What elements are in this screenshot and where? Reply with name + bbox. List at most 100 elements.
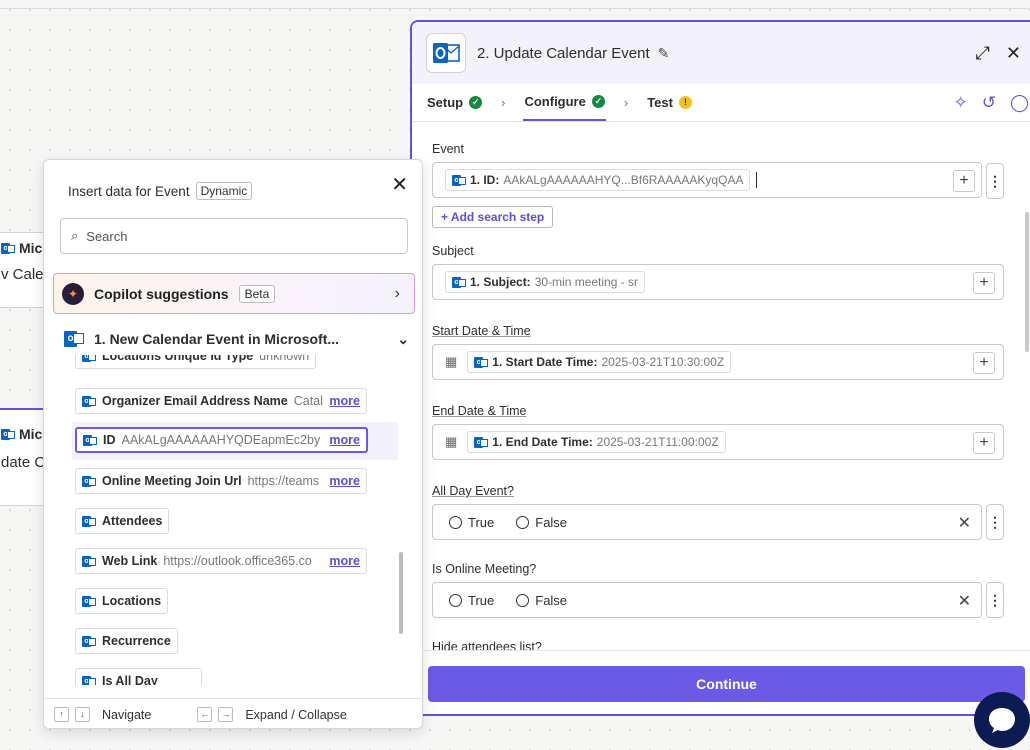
list-item[interactable]: o Web Link https://outlook.office365.co mor… — [75, 548, 367, 574]
all-day-true-radio[interactable]: True — [449, 515, 494, 530]
start-date-pill[interactable]: o 1. Start Date Time: 2025-03-21T10:30:00Z — [467, 351, 732, 373]
arrow-down-key-icon: ↓ — [75, 707, 90, 722]
outlook-icon: o — [474, 436, 489, 449]
editor-scrollbar[interactable] — [1025, 212, 1029, 352]
expand-collapse-hint: Expand / Collapse — [245, 707, 347, 722]
pill-value: 30-min meeting - sr — [534, 275, 639, 289]
add-search-step-button[interactable]: + Add search step — [432, 206, 554, 228]
undo-icon[interactable]: ↺ — [982, 93, 996, 113]
pill-value: 2025-03-21T10:30:00Z — [601, 355, 725, 369]
event-field[interactable]: o 1. ID: AAkALgAAAAAAHYQ...Bf6RAAAAAKyqQAA… — [432, 162, 982, 198]
close-icon[interactable]: ✕ — [391, 172, 408, 197]
pill-key: 1. ID: — [470, 173, 500, 187]
outlook-icon: o — [82, 555, 96, 568]
data-items-list: o Locations Unique Id Type unknown o Organi… — [44, 355, 422, 685]
radio-label: True — [468, 592, 495, 608]
chevron-right-icon: › — [394, 284, 400, 302]
copilot-suggestions-button[interactable]: ✦ Copilot suggestions Beta › — [53, 273, 415, 314]
item-key: Web Link — [102, 554, 158, 568]
outlook-icon: o — [82, 675, 96, 685]
editor-tabs: Setup ✓ › Configure ✓ › Test! ✧ ↺ ◯ — [412, 84, 1030, 122]
search-input[interactable]: ⌕ Search — [60, 218, 408, 254]
clear-icon[interactable]: ✕ — [958, 591, 971, 611]
pill-key: 1. End Date Time: — [492, 435, 593, 449]
calendar-icon: ▦ — [445, 354, 458, 369]
chevron-down-icon: ⌄ — [397, 330, 409, 347]
all-day-label: All Day Event? — [432, 484, 514, 498]
item-key: ID — [103, 433, 116, 447]
outlook-icon: o — [82, 355, 96, 363]
event-options-button[interactable]: ⋮ — [986, 163, 1004, 199]
item-key: Attendees — [102, 514, 163, 528]
more-link[interactable]: more — [329, 394, 360, 408]
item-value: unknown — [259, 355, 310, 363]
list-item[interactable]: o Locations — [75, 588, 169, 614]
online-true-radio[interactable]: True — [449, 593, 494, 608]
comment-icon[interactable]: ◯ — [1010, 93, 1029, 113]
calendar-icon: ▦ — [445, 434, 458, 449]
tab-configure[interactable]: Configure ✓ — [523, 84, 606, 121]
insert-data-button[interactable]: + — [973, 352, 995, 374]
list-item[interactable]: o Recurrence — [75, 628, 178, 654]
pill-value: AAkALgAAAAAAHYQ...Bf6RAAAAAKyqQAA — [503, 173, 744, 187]
more-link[interactable]: more — [329, 474, 360, 488]
chat-bubble-icon[interactable] — [974, 692, 1030, 748]
copilot-label: Copilot suggestions — [94, 285, 229, 302]
all-day-options-button[interactable]: ⋮ — [986, 504, 1004, 540]
item-key: Is All Day — [102, 674, 158, 685]
outlook-icon: o — [1, 242, 15, 255]
pencil-icon[interactable]: ✎ — [658, 45, 670, 62]
close-icon[interactable]: ✕ — [1006, 43, 1021, 64]
list-item[interactable]: o Locations Unique Id Type unknown — [75, 355, 317, 369]
trigger-group-header[interactable]: o 1. New Calendar Event in Microsoft... … — [64, 330, 409, 348]
list-item[interactable]: o Is All Day — [75, 668, 202, 685]
subject-field[interactable]: o 1. Subject: 30-min meeting - sr + — [432, 264, 1004, 300]
sparkle-icon[interactable]: ✧ — [953, 93, 967, 113]
list-item-selected[interactable]: o ID AAkALgAAAAAAHYQDEapmEc2by more — [75, 427, 368, 453]
online-false-radio[interactable]: False — [516, 593, 567, 608]
outlook-icon: o — [82, 595, 96, 608]
pill-key: 1. Start Date Time: — [492, 355, 598, 369]
arrow-right-key-icon: → — [218, 707, 234, 722]
arrow-up-key-icon: ↑ — [54, 707, 69, 722]
start-date-field[interactable]: ▦ o 1. Start Date Time: 2025-03-21T10:30:0… — [432, 344, 1004, 380]
all-day-false-radio[interactable]: False — [516, 515, 567, 530]
insert-data-button[interactable]: + — [973, 272, 995, 294]
tab-label: Test — [647, 95, 673, 110]
end-date-field[interactable]: ▦ o 1. End Date Time: 2025-03-21T11:00:00Z… — [432, 424, 1004, 460]
insert-data-popover: Insert data for Event Dynamic ✕ ⌕ Search… — [43, 159, 423, 729]
list-scrollbar[interactable] — [399, 552, 403, 634]
subject-pill[interactable]: o 1. Subject: 30-min meeting - sr — [445, 271, 646, 293]
pill-key: 1. Subject: — [470, 275, 531, 289]
tab-setup[interactable]: Setup ✓ — [426, 84, 483, 121]
more-link[interactable]: more — [329, 554, 360, 568]
navigate-hint: Navigate — [102, 707, 152, 722]
search-placeholder: Search — [86, 228, 128, 244]
beta-badge: Beta — [238, 284, 276, 303]
online-meeting-label: Is Online Meeting? — [432, 562, 537, 576]
tab-label: Setup — [427, 95, 464, 110]
online-meeting-field: True False ✕ — [432, 582, 982, 618]
insert-data-button[interactable]: + — [973, 432, 995, 454]
end-date-pill[interactable]: o 1. End Date Time: 2025-03-21T11:00:00Z — [467, 431, 726, 453]
list-item[interactable]: o Organizer Email Address Name Catal more — [75, 388, 367, 414]
tab-test[interactable]: Test! — [646, 84, 693, 121]
list-item[interactable]: o Online Meeting Join Url https://teams mor… — [75, 468, 367, 494]
expand-icon[interactable]: ⤢ — [976, 43, 990, 64]
group-label: 1. New Calendar Event in Microsoft... — [94, 331, 340, 347]
search-icon: ⌕ — [71, 228, 79, 243]
outlook-icon: o — [452, 276, 466, 289]
online-options-button[interactable]: ⋮ — [986, 582, 1004, 618]
list-item[interactable]: o Attendees — [75, 508, 170, 534]
insert-data-button[interactable]: + — [953, 170, 975, 192]
event-pill[interactable]: o 1. ID: AAkALgAAAAAAHYQ...Bf6RAAAAAKyqQAA — [445, 169, 751, 191]
outlook-icon: o — [82, 475, 96, 488]
continue-button[interactable]: Continue — [428, 666, 1025, 702]
clear-icon[interactable]: ✕ — [958, 513, 971, 533]
dynamic-badge: Dynamic — [195, 182, 253, 200]
outlook-icon: o — [82, 395, 96, 408]
editor-header: 2. Update Calendar Event ✎ ⤢ ✕ — [412, 22, 1030, 84]
more-link[interactable]: more — [329, 433, 360, 447]
copilot-icon: ✦ — [62, 282, 84, 305]
outlook-icon: o — [82, 515, 96, 528]
